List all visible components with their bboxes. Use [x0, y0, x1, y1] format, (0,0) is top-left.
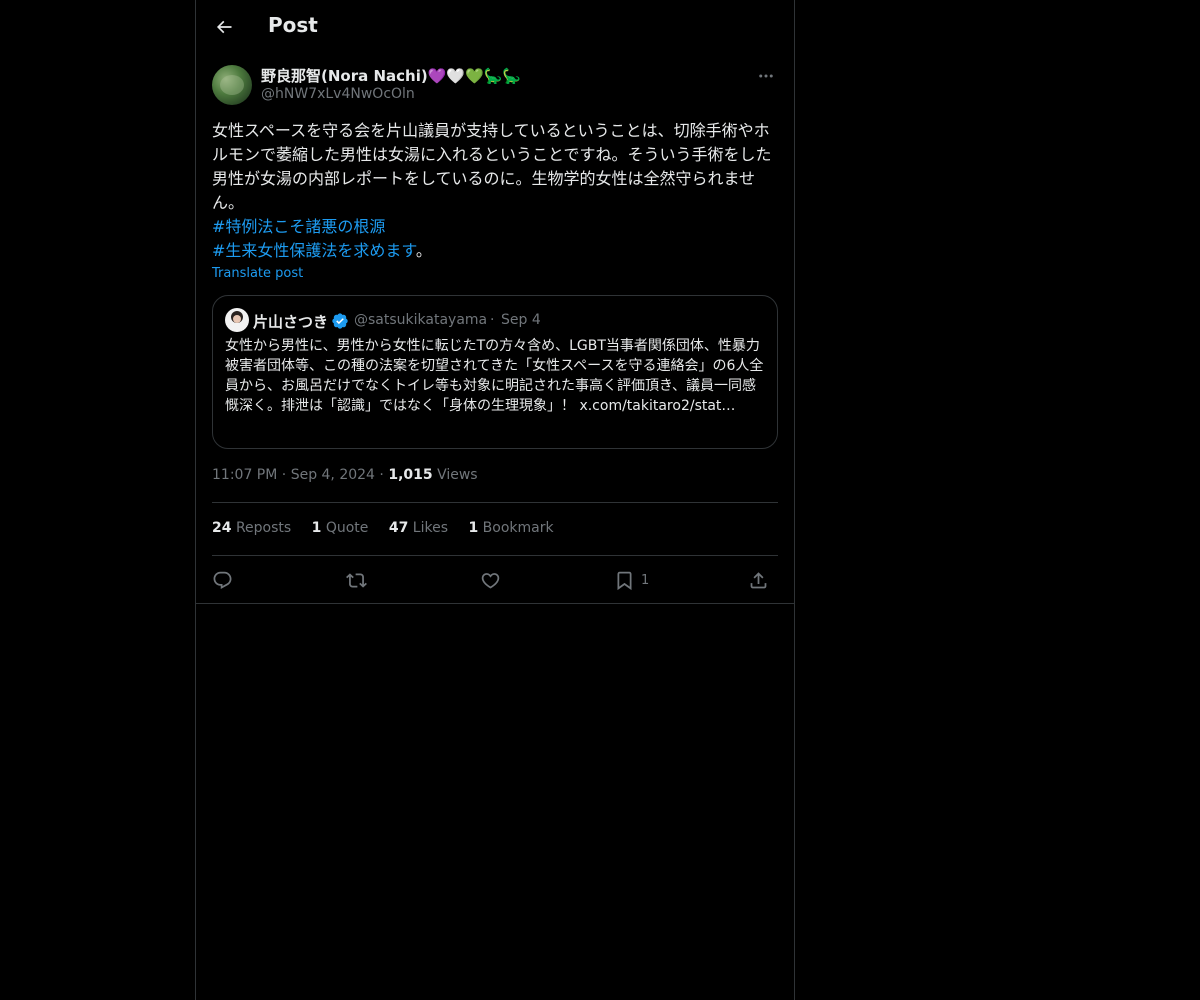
reply-icon — [213, 571, 232, 589]
separator-dot: · — [490, 312, 495, 328]
reposts-stat[interactable]: 24 Reposts — [212, 520, 291, 536]
post-body-end: 。 — [415, 241, 432, 260]
divider — [196, 603, 794, 604]
views-label: Views — [437, 467, 478, 483]
quoted-author-handle: @satsukikatayama — [354, 312, 488, 328]
quoted-author-name: 片山さつき — [253, 313, 329, 331]
action-bar: 1 — [212, 566, 778, 594]
reply-button[interactable] — [212, 566, 233, 594]
views-count: 1,015 — [388, 467, 433, 483]
share-button[interactable] — [748, 566, 769, 594]
bookmarks-stat[interactable]: 1 Bookmark — [468, 520, 553, 536]
like-button[interactable] — [480, 566, 501, 594]
post-date[interactable]: Sep 4, 2024 — [291, 467, 375, 483]
quotes-stat[interactable]: 1 Quote — [312, 520, 369, 536]
quoted-post-text: 女性から男性に、男性から女性に転じたTの方々含め、LGBT当事者関係団体、性暴力… — [225, 338, 764, 414]
divider — [212, 502, 778, 503]
bookmark-count: 1 — [641, 572, 650, 588]
main-column: Post 野良那智(Nora Nachi)💜🤍💚🦕🦕 @hNW7xLv4NwOc… — [195, 0, 795, 1000]
post-text: 女性スペースを守る会を片山議員が支持しているということは、切除手術やホルモンで萎… — [212, 119, 778, 263]
repost-button[interactable] — [346, 566, 367, 594]
quoted-post[interactable]: 片山さつき @satsukikatayama · Sep 4 女性から男性に、男… — [212, 295, 778, 449]
share-icon — [750, 571, 767, 588]
avatar[interactable] — [212, 65, 252, 105]
more-button[interactable] — [754, 66, 778, 86]
quoted-post-date: Sep 4 — [501, 312, 541, 328]
post-time[interactable]: 11:07 PM — [212, 467, 277, 483]
page-header: Post — [196, 0, 794, 54]
heart-icon — [481, 572, 500, 589]
back-button[interactable] — [208, 11, 240, 43]
bookmark-icon — [617, 571, 632, 590]
post-stats: 24 Reposts 1 Quote 47 Likes 1 Bookmark — [212, 520, 570, 540]
post-meta: 11:07 PM · Sep 4, 2024 · 1,015 Views — [212, 467, 478, 483]
quoted-avatar — [225, 308, 249, 332]
post-body: 女性スペースを守る会を片山議員が支持しているということは、切除手術やホルモンで萎… — [212, 121, 772, 212]
bookmark-button[interactable]: 1 — [614, 566, 649, 594]
repost-icon — [346, 572, 367, 588]
arrow-left-icon — [216, 20, 232, 34]
post-author: 野良那智(Nora Nachi)💜🤍💚🦕🦕 @hNW7xLv4NwOcOln — [212, 64, 778, 108]
separator-dot: · — [379, 467, 384, 483]
author-handle[interactable]: @hNW7xLv4NwOcOln — [261, 86, 415, 102]
page-title: Post — [268, 13, 318, 37]
hashtag-link[interactable]: #特例法こそ諸悪の根源 — [212, 217, 385, 236]
author-name[interactable]: 野良那智(Nora Nachi)💜🤍💚🦕🦕 — [261, 65, 521, 86]
more-horizontal-icon — [759, 74, 773, 78]
translate-post-link[interactable]: Translate post — [212, 266, 303, 281]
divider — [212, 555, 778, 556]
hashtag-link[interactable]: #生来女性保護法を求めます — [212, 241, 416, 260]
verified-badge-icon — [332, 313, 348, 329]
likes-stat[interactable]: 47 Likes — [389, 520, 448, 536]
separator-dot: · — [281, 467, 287, 483]
